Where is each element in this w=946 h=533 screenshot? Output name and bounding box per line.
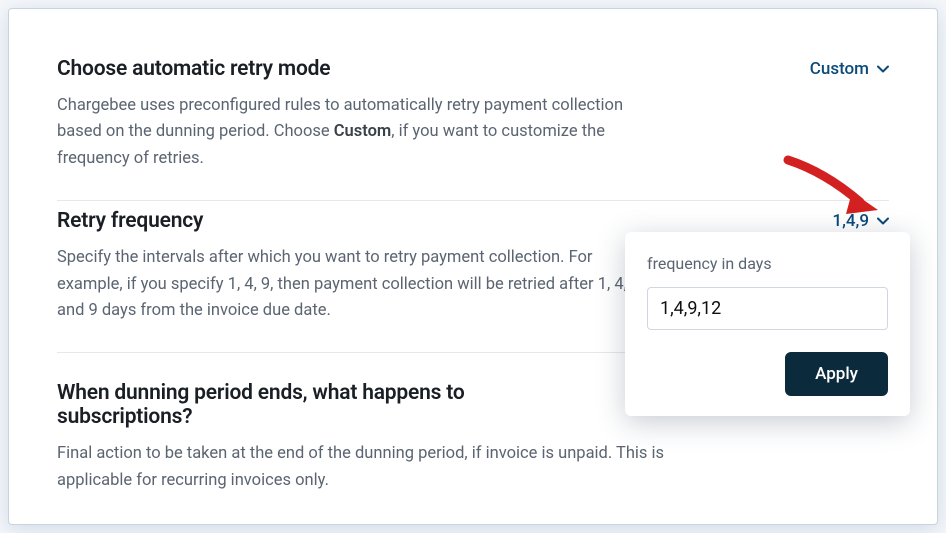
chevron-down-icon (877, 63, 889, 75)
frequency-popover-label: frequency in days (647, 254, 888, 273)
section-title-dunning-end: When dunning period ends, what happens t… (57, 381, 577, 429)
apply-button[interactable]: Apply (785, 352, 888, 396)
retry-frequency-dropdown[interactable]: 1,4,9 (832, 211, 889, 231)
retry-frequency-value: 1,4,9 (832, 211, 869, 231)
section-description-retry-mode: Chargebee uses preconfigured rules to au… (57, 93, 657, 172)
description-bold: Custom (334, 122, 392, 141)
retry-mode-dropdown[interactable]: Custom (810, 59, 889, 79)
frequency-input[interactable] (647, 287, 888, 330)
retry-mode-value: Custom (810, 59, 869, 79)
section-description-dunning-end: Final action to be taken at the end of t… (57, 441, 697, 494)
frequency-popover: frequency in days Apply (625, 232, 910, 416)
chevron-down-icon (877, 215, 889, 227)
popover-actions: Apply (647, 352, 888, 396)
section-title-retry-frequency: Retry frequency (57, 209, 889, 233)
section-retry-mode: Choose automatic retry mode Chargebee us… (57, 57, 889, 200)
section-description-retry-frequency: Specify the intervals after which you wa… (57, 245, 657, 324)
section-title-retry-mode: Choose automatic retry mode (57, 57, 889, 81)
